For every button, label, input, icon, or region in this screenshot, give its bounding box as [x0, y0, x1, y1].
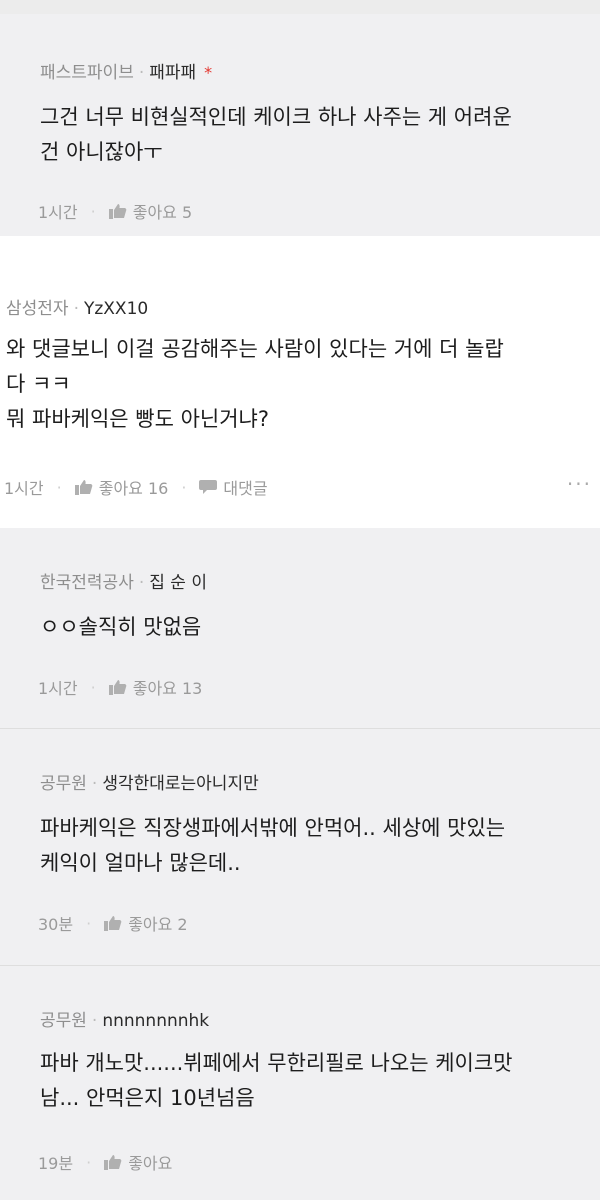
like-button[interactable]: 좋아요 5	[108, 199, 193, 223]
comment-feed: 패스트파이브 · 패파패 * 그건 너무 비현실적인데 케이크 하나 사주는 게 어려…	[0, 0, 600, 1200]
speech-bubble-icon	[199, 480, 218, 494]
comment-author: 공무원 · nnnnnnnnhk	[40, 1006, 209, 1031]
like-button[interactable]: 좋아요 16	[74, 475, 169, 499]
comment-footer: 1시간 · 좋아요 5	[38, 199, 192, 223]
comment-reply: 패스트파이브 · 패파패 * 그건 너무 비현실적인데 케이크 하나 사주는 게 어려…	[0, 14, 600, 236]
meta-separator: ·	[91, 774, 98, 794]
meta-separator: ·	[90, 201, 96, 221]
comment-text-line: 남... 안먹은지 10년넘음	[40, 1086, 255, 1110]
author-star-badge: *	[204, 63, 213, 82]
meta-separator: ·	[73, 299, 79, 319]
author-nickname[interactable]: YzXX10	[84, 299, 148, 319]
comment-reply: 공무원 · 생각한대로는아니지만 파바케익은 직장생파에서밖에 안먹어.. 세상에 …	[0, 729, 600, 965]
comment-reply: 한국전력공사 · 집 순 이 ㅇㅇ솔직히 맛없음 1시간 · 좋아요 13	[0, 528, 600, 728]
comment-text-line: 건 아니잖아ㅜ	[40, 140, 163, 164]
author-affiliation[interactable]: 한국전력공사	[40, 573, 134, 593]
comment-text-line: 파바케익은 직장생파에서밖에 안먹어.. 세상에 맛있는	[40, 816, 506, 840]
comment-reply: 공무원 · nnnnnnnnhk 파바 개노맛......뷔페에서 무한리필로 나오…	[0, 966, 600, 1200]
comment-text-line: 그건 너무 비현실적인데 케이크 하나 사주는 게 어려운	[40, 105, 512, 129]
like-count: 좋아요 2	[128, 915, 188, 934]
comment-author: 한국전력공사 · 집 순 이	[40, 568, 207, 593]
comment-time: 1시간	[38, 679, 78, 698]
author-nickname[interactable]: 패파패	[149, 63, 196, 83]
like-count: 좋아요	[128, 1154, 173, 1173]
thumbs-up-icon	[104, 916, 122, 931]
author-nickname[interactable]: 생각한대로는아니지만	[102, 774, 258, 794]
comment-text: 그건 너무 비현실적인데 케이크 하나 사주는 게 어려운 건 아니잖아ㅜ	[40, 100, 512, 170]
comment-text: 파바케익은 직장생파에서밖에 안먹어.. 세상에 맛있는 케익이 얼마나 많은데…	[40, 811, 505, 881]
comment-text-line: ㅇㅇ솔직히 맛없음	[40, 615, 202, 639]
comment-text-line: 파바 개노맛......뷔페에서 무한리필로 나오는 케이크맛	[40, 1051, 513, 1075]
author-affiliation[interactable]: 공무원	[40, 1011, 87, 1031]
author-nickname[interactable]: nnnnnnnnhk	[102, 1011, 209, 1031]
comment-time: 1시간	[4, 479, 44, 498]
comment-text-line: 케익이 얼마나 많은데..	[40, 851, 241, 875]
meta-separator: ·	[181, 477, 187, 497]
comment-text-line: 뭐 파바케익은 빵도 아닌거냐?	[6, 407, 270, 431]
thumbs-up-icon	[108, 204, 127, 219]
meta-separator: ·	[86, 1152, 92, 1172]
comment-author: 삼성전자 · YzXX10	[6, 294, 148, 319]
comment-footer: 19분 · 좋아요	[38, 1150, 172, 1174]
comment-text: 와 댓글보니 이걸 공감해주는 사람이 있다는 거에 더 놀랍 다 ㅋㅋ 뭐 파…	[6, 332, 504, 437]
author-affiliation[interactable]: 패스트파이브	[40, 63, 134, 83]
meta-separator: ·	[86, 913, 92, 933]
thumbs-up-icon	[108, 680, 127, 695]
reply-button[interactable]: 대댓글	[199, 475, 268, 499]
author-affiliation[interactable]: 공무원	[40, 774, 87, 794]
comment-text: 파바 개노맛......뷔페에서 무한리필로 나오는 케이크맛 남... 안먹은…	[40, 1046, 512, 1116]
thumbs-up-icon	[104, 1155, 122, 1170]
meta-separator: ·	[91, 1011, 98, 1031]
meta-separator: ·	[138, 573, 145, 593]
like-button[interactable]: 좋아요	[104, 1150, 172, 1174]
meta-separator: ·	[56, 477, 62, 497]
author-nickname[interactable]: 집 순 이	[149, 573, 207, 593]
comment-time: 19분	[38, 1154, 74, 1173]
comment-footer: 30분 · 좋아요 2	[38, 911, 188, 935]
comment-footer: 1시간 · 좋아요 13	[38, 675, 202, 699]
meta-separator: ·	[138, 63, 145, 83]
meta-separator: ·	[90, 677, 96, 697]
like-button[interactable]: 좋아요 13	[108, 675, 203, 699]
comment-time: 30분	[38, 915, 74, 934]
comment-text-line: 와 댓글보니 이걸 공감해주는 사람이 있다는 거에 더 놀랍	[6, 337, 504, 361]
comment-main: 삼성전자 · YzXX10 와 댓글보니 이걸 공감해주는 사람이 있다는 거에 더…	[0, 236, 600, 528]
comment-time: 1시간	[38, 203, 78, 222]
comment-author: 공무원 · 생각한대로는아니지만	[40, 769, 259, 794]
like-button[interactable]: 좋아요 2	[104, 911, 188, 935]
more-icon[interactable]: ···	[567, 472, 592, 496]
like-count: 좋아요 16	[98, 479, 169, 498]
comment-text: ㅇㅇ솔직히 맛없음	[40, 610, 201, 645]
reply-label: 대댓글	[223, 479, 268, 498]
thumbs-up-icon	[74, 480, 93, 495]
comment-author: 패스트파이브 · 패파패 *	[40, 58, 212, 83]
like-count: 좋아요 5	[132, 203, 193, 222]
like-count: 좋아요 13	[132, 679, 203, 698]
comment-footer: 1시간 · 좋아요 16 · 대댓글	[4, 475, 268, 499]
comment-text-line: 다 ㅋㅋ	[6, 372, 71, 396]
author-affiliation[interactable]: 삼성전자	[6, 299, 69, 319]
